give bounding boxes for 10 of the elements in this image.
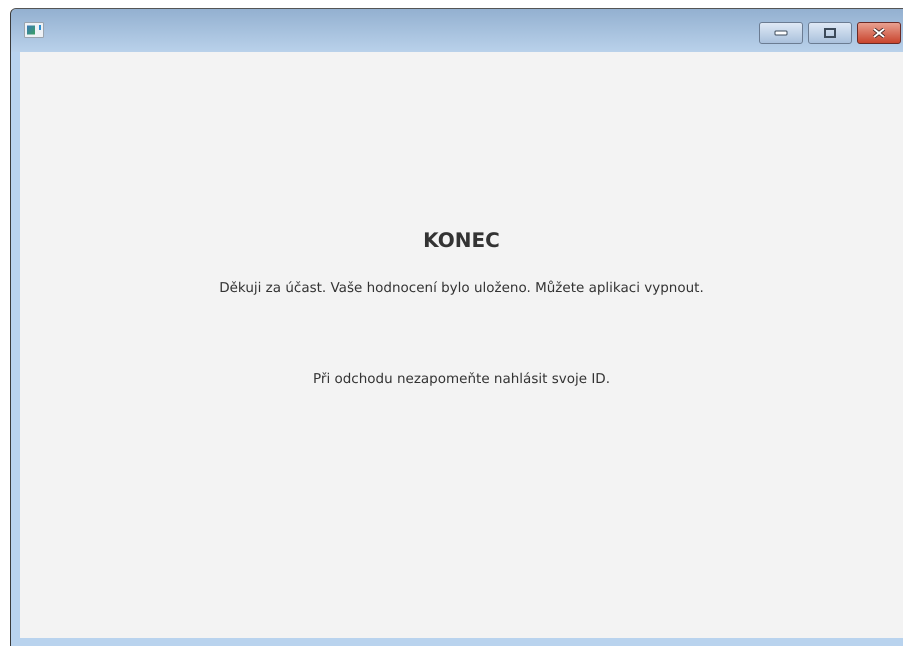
close-icon: [872, 28, 886, 38]
minimize-icon: [774, 29, 788, 37]
heading: KONEC: [423, 228, 500, 252]
maximize-button[interactable]: [808, 22, 852, 44]
message-text: Děkuji za účast. Vaše hodnocení bylo uloženo. Můžete aplikaci vypnout.: [219, 280, 704, 296]
minimize-button[interactable]: [759, 22, 803, 44]
maximize-icon: [824, 28, 836, 38]
note-text: Při odchodu nezapomeňte nahlásit svoje ID.: [312, 371, 610, 387]
close-button[interactable]: [857, 22, 901, 44]
app-icon: [24, 22, 44, 38]
